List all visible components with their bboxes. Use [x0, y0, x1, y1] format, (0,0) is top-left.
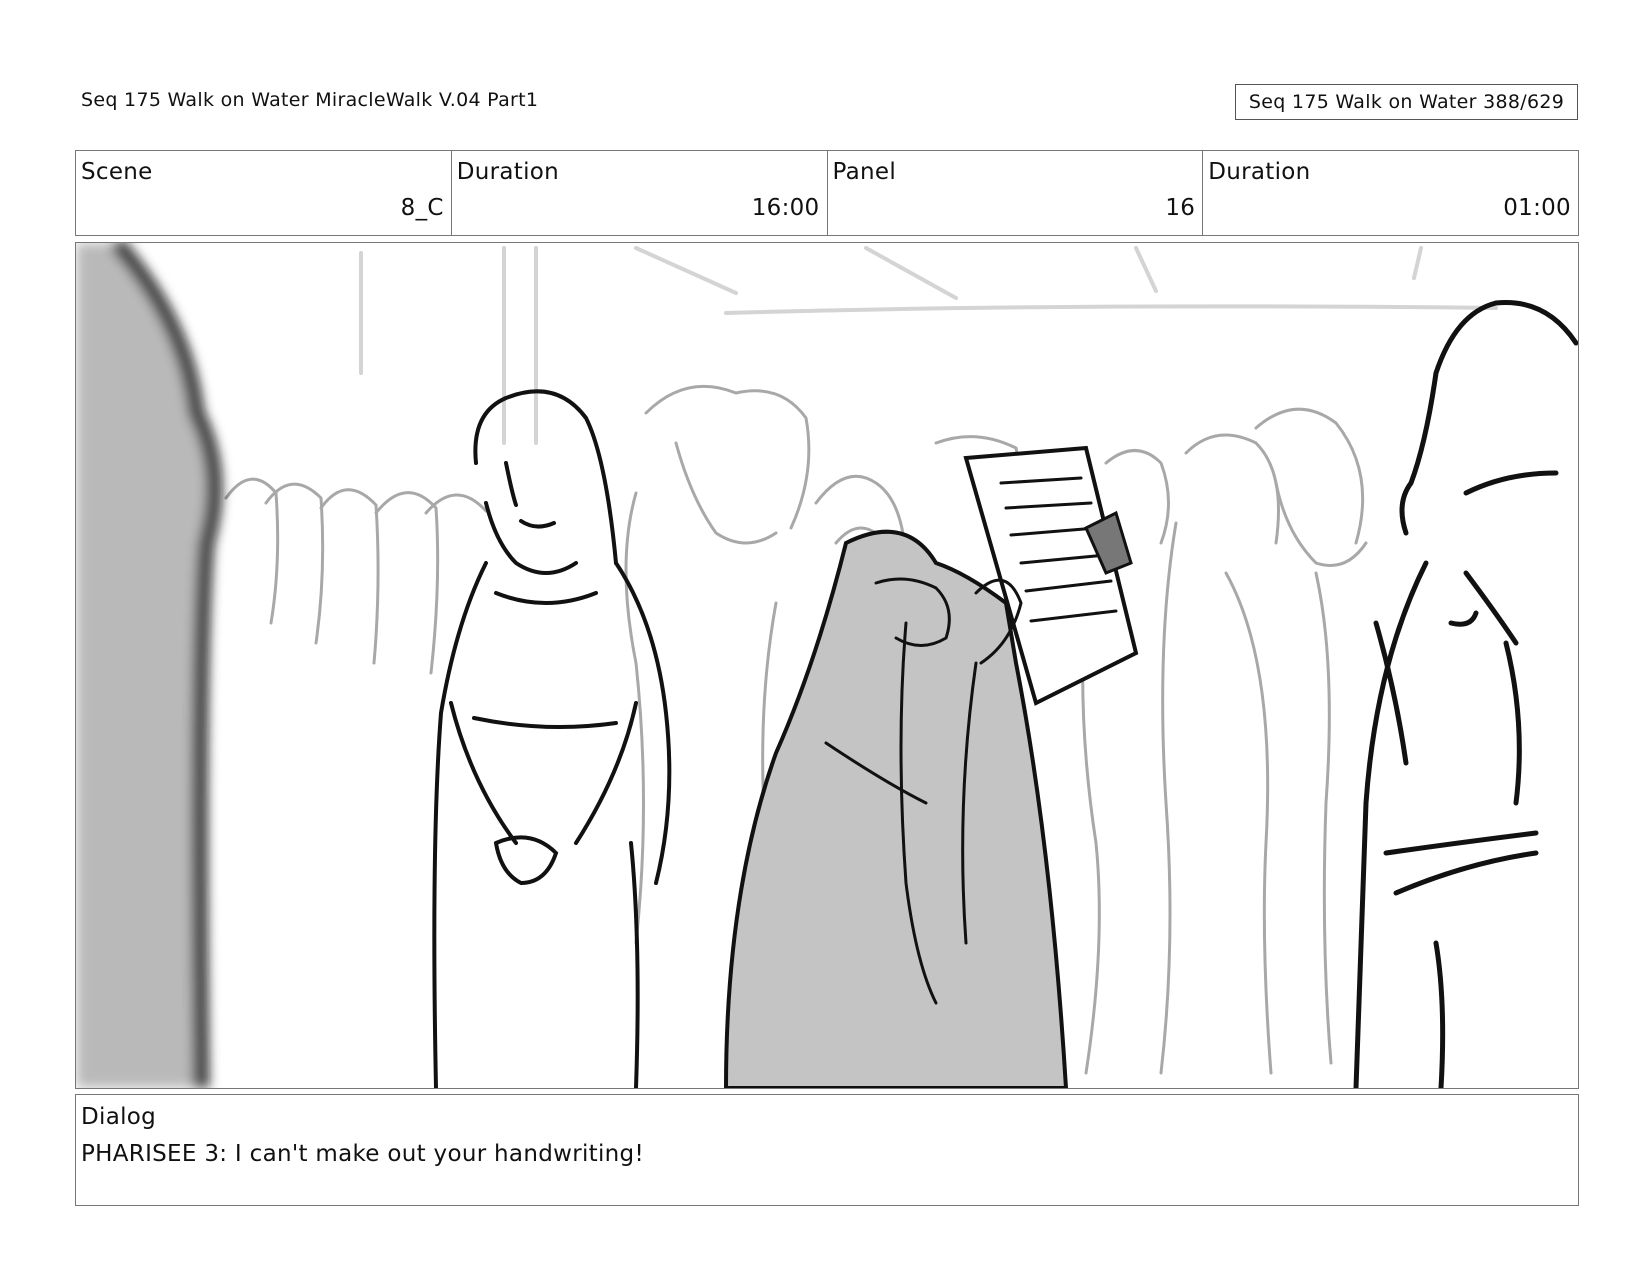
- panel-cell: Panel 16: [828, 151, 1204, 235]
- page-counter: Seq 175 Walk on Water 388/629: [1235, 84, 1578, 120]
- dialog-text: PHARISEE 3: I can't make out your handwr…: [81, 1141, 644, 1167]
- storyboard-sketch-image: [76, 243, 1578, 1088]
- page-counter-text: Seq 175 Walk on Water 388/629: [1248, 91, 1565, 113]
- info-table: Scene 8_C Duration 16:00 Panel 16 Durati…: [75, 150, 1579, 236]
- panel-value: 16: [1165, 195, 1196, 221]
- panel-duration-cell: Duration 01:00: [1203, 151, 1578, 235]
- panel-label: Panel: [832, 159, 897, 185]
- dialog-label: Dialog: [81, 1104, 157, 1130]
- storyboard-panel-image: [75, 242, 1579, 1089]
- sequence-title: Seq 175 Walk on Water MiracleWalk V.04 P…: [81, 89, 539, 111]
- panel-duration-value: 01:00: [1503, 195, 1571, 221]
- scene-duration-cell: Duration 16:00: [452, 151, 828, 235]
- scene-duration-label: Duration: [456, 159, 560, 185]
- scene-cell: Scene 8_C: [76, 151, 452, 235]
- scene-duration-value: 16:00: [751, 195, 820, 221]
- panel-duration-label: Duration: [1208, 159, 1311, 185]
- scene-label: Scene: [81, 159, 153, 185]
- scene-value: 8_C: [400, 195, 444, 221]
- dialog-box: Dialog PHARISEE 3: I can't make out your…: [75, 1094, 1579, 1206]
